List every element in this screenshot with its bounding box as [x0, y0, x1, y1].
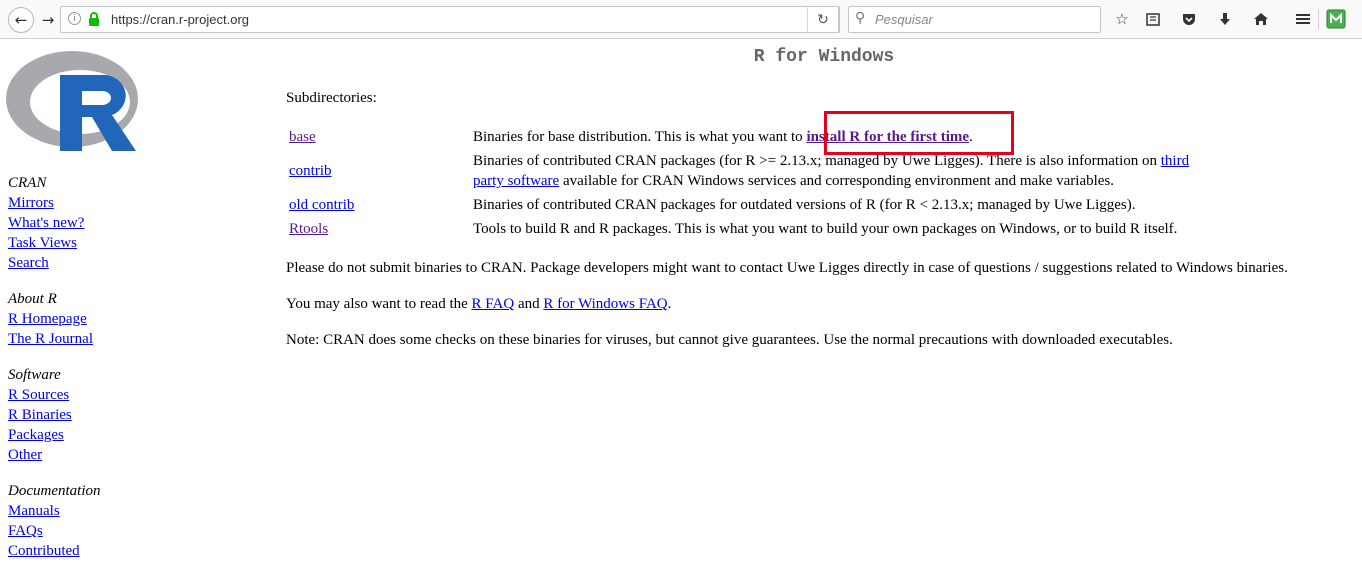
sidebar-heading: CRAN [8, 175, 47, 191]
sidebar-link-packages[interactable]: Packages [8, 425, 208, 445]
dir-description: Binaries for base distribution. This is … [473, 127, 1243, 147]
search-bar[interactable]: ⚲ Pesquisar [848, 6, 1101, 33]
install-r-first-time-link[interactable]: install R for the first time [806, 129, 969, 145]
menu-button[interactable] [1292, 8, 1314, 30]
dir-description: Tools to build R and R packages. This is… [473, 221, 1178, 237]
binaries-notice-paragraph: Please do not submit binaries to CRAN. P… [286, 260, 1288, 276]
r-logo[interactable] [6, 47, 146, 155]
dir-description: Binaries of contributed CRAN packages (f… [473, 151, 1243, 191]
sidebar-heading: Software [8, 367, 61, 383]
pocket-icon [1183, 14, 1195, 25]
dir-desc-text: Binaries of contributed CRAN packages (f… [473, 153, 1161, 169]
sidebar-link-r-sources[interactable]: R Sources [8, 385, 208, 405]
sidebar-link-manuals[interactable]: Manuals [8, 501, 208, 521]
dir-link-old-contrib[interactable]: old contrib [289, 195, 354, 215]
url-bar[interactable]: i https://cran.r-project.org [60, 6, 840, 33]
lock-icon [89, 12, 99, 26]
forward-button[interactable]: → [35, 7, 61, 33]
hamburger-menu-icon [1296, 14, 1310, 24]
sidebar-group-documentation: Documentation Manuals FAQs Contributed [8, 481, 208, 561]
sidebar-link-faqs[interactable]: FAQs [8, 521, 208, 541]
sidebar-group-software: Software R Sources R Binaries Packages O… [8, 365, 208, 465]
info-icon[interactable]: i [68, 12, 81, 25]
home-button[interactable] [1250, 8, 1272, 30]
downloads-button[interactable] [1214, 8, 1236, 30]
sidebar-link-mirrors[interactable]: Mirrors [8, 193, 208, 213]
sidebar-group-cran: CRAN Mirrors What's new? Task Views Sear… [8, 173, 208, 273]
search-input[interactable]: Pesquisar [875, 12, 933, 27]
dir-link-rtools[interactable]: Rtools [289, 219, 328, 239]
virus-note-paragraph: Note: CRAN does some checks on these bin… [286, 332, 1173, 348]
r-windows-faq-link[interactable]: R for Windows FAQ [543, 296, 667, 312]
star-icon: ☆ [1115, 10, 1129, 28]
dir-desc-text: Binaries for base distribution. This is … [473, 129, 807, 145]
sidebar-link-r-homepage[interactable]: R Homepage [8, 309, 208, 329]
browser-toolbar: ← → i https://cran.r-project.org ↻ ⚲ Pes… [0, 0, 1362, 39]
back-button[interactable]: ← [8, 7, 34, 33]
sidebar-group-about-r: About R R Homepage The R Journal [8, 289, 208, 349]
url-text: https://cran.r-project.org [111, 12, 249, 27]
sidebar-link-task-views[interactable]: Task Views [8, 233, 208, 253]
sidebar-link-r-binaries[interactable]: R Binaries [8, 405, 208, 425]
arrow-right-icon: → [41, 11, 55, 29]
paragraph-text: and [514, 296, 544, 312]
sidebar-link-other[interactable]: Other [8, 445, 208, 465]
search-icon: ⚲ [855, 10, 866, 26]
toolbar-separator [1318, 9, 1319, 29]
sidebar-nav: CRAN Mirrors What's new? Task Views Sear… [8, 173, 208, 577]
sidebar-link-whats-new[interactable]: What's new? [8, 213, 208, 233]
arrow-left-icon: ← [14, 11, 28, 29]
download-arrow-icon [1220, 13, 1230, 25]
third-party-software-link[interactable]: third [1161, 153, 1189, 169]
r-faq-link[interactable]: R FAQ [472, 296, 515, 312]
bookmarks-library-icon [1146, 13, 1160, 26]
sidebar-link-contributed[interactable]: Contributed [8, 541, 208, 561]
home-icon [1254, 13, 1268, 25]
reader-view-button[interactable] [1142, 8, 1164, 30]
bookmark-star-button[interactable]: ☆ [1111, 8, 1133, 30]
dir-link-base[interactable]: base [289, 127, 316, 147]
subdirectories-label: Subdirectories: [286, 90, 377, 106]
reload-icon: ↻ [817, 11, 829, 28]
extension-button[interactable] [1325, 8, 1347, 30]
dir-description: Binaries of contributed CRAN packages fo… [473, 197, 1136, 213]
sidebar-heading: Documentation [8, 483, 101, 499]
page-title: R for Windows [753, 47, 895, 67]
sidebar-heading: About R [8, 291, 57, 307]
reload-button[interactable]: ↻ [807, 6, 839, 33]
dir-link-contrib[interactable]: contrib [289, 161, 332, 181]
dir-desc-text: available for CRAN Windows services and … [559, 173, 1115, 189]
paragraph-text: You may also want to read the [286, 296, 472, 312]
paragraph-text: . [667, 296, 672, 312]
third-party-software-link[interactable]: party software [473, 173, 559, 189]
sidebar-link-r-journal[interactable]: The R Journal [8, 329, 208, 349]
faq-paragraph: You may also want to read the R FAQ and … [286, 294, 671, 314]
sidebar-link-search[interactable]: Search [8, 253, 208, 273]
extension-icon [1326, 9, 1346, 29]
pocket-button[interactable] [1178, 8, 1200, 30]
dir-desc-text: . [969, 129, 973, 145]
